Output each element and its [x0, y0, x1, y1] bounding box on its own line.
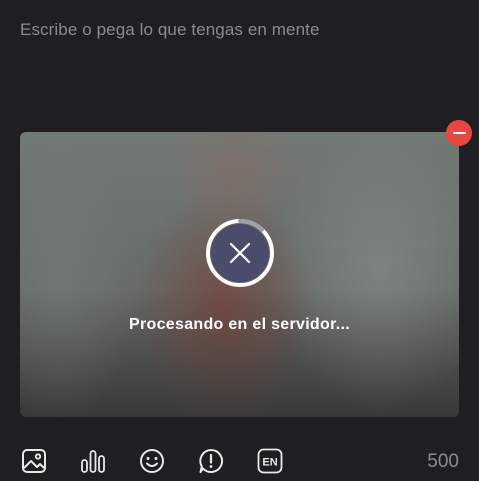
remove-attachment-button[interactable] — [446, 120, 472, 146]
alert-icon — [199, 448, 224, 473]
emoji-button[interactable] — [138, 447, 166, 475]
language-button[interactable]: EN — [256, 447, 284, 475]
processing-status: Procesando en el servidor... — [129, 316, 350, 333]
minus-icon — [452, 131, 466, 135]
composer-placeholder[interactable]: Escribe o pega lo que tengas en mente — [20, 20, 320, 40]
alert-button[interactable] — [197, 447, 225, 475]
cancel-upload-button[interactable] — [211, 224, 269, 282]
poll-button[interactable] — [79, 447, 107, 475]
toolbar: EN — [0, 437, 479, 481]
language-label: EN — [262, 457, 277, 469]
close-icon — [229, 242, 251, 264]
image-button[interactable] — [20, 447, 48, 475]
image-icon — [22, 449, 46, 473]
character-count: 500 — [427, 451, 459, 472]
media-attachment: Procesando en el servidor... — [20, 132, 459, 417]
language-icon: EN — [257, 448, 283, 474]
poll-icon — [81, 450, 105, 473]
emoji-icon — [140, 449, 164, 473]
